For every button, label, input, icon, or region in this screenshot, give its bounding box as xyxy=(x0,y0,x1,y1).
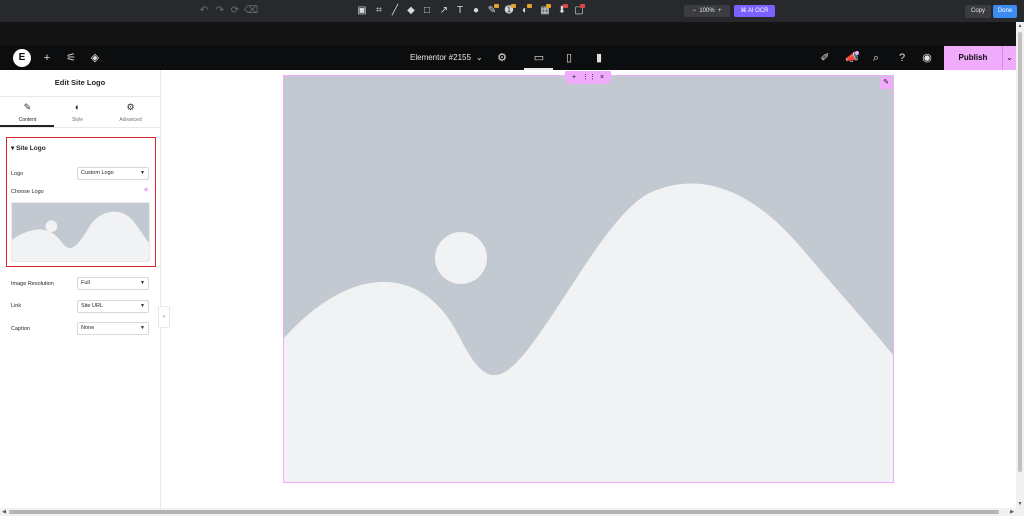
redo-all-icon[interactable]: ⟳ xyxy=(229,5,241,17)
tab-label: Advanced xyxy=(119,117,142,123)
edit-widget-pencil-icon[interactable]: ✎ xyxy=(880,77,892,89)
chevron-down-icon[interactable]: ⌄ xyxy=(476,52,483,64)
screenshot-toolbar: ↶ ↷ ⟳ ⌫ ▣ ⌗ ╱ ◆ □ ↗ T ● ✎ ➊ ◐ ▦ ⬇ ▢ − 10… xyxy=(0,0,1024,22)
scroll-down-icon[interactable]: ▼ xyxy=(1016,500,1024,508)
search-icon[interactable]: ⌕ xyxy=(869,51,883,65)
logo-preview-image[interactable] xyxy=(11,202,150,262)
paint-brush-icon[interactable]: ✐ xyxy=(818,51,832,65)
caret-down-icon: ▼ xyxy=(140,280,145,286)
crop-icon[interactable]: ⌗ xyxy=(373,5,385,17)
tab-label: Style xyxy=(71,117,84,123)
add-element-icon[interactable]: + xyxy=(40,51,54,65)
link-select[interactable]: Site URL ▼ xyxy=(77,300,149,313)
add-icon[interactable]: + xyxy=(568,71,580,84)
undo-icon[interactable]: ↶ xyxy=(198,5,210,17)
choose-logo-label: Choose Logo xyxy=(11,189,44,195)
rectangle-icon[interactable]: □ xyxy=(421,5,433,17)
caret-down-icon: ▼ xyxy=(140,303,145,309)
ai-ocr-button[interactable]: ⌘ AI OCR xyxy=(734,5,775,17)
horizontal-scroll-thumb[interactable] xyxy=(9,510,999,514)
app-root: ↶ ↷ ⟳ ⌫ ▣ ⌗ ╱ ◆ □ ↗ T ● ✎ ➊ ◐ ▦ ⬇ ▢ − 10… xyxy=(0,0,1024,516)
selected-widget-outline xyxy=(283,75,894,483)
caret-down-icon: ▼ xyxy=(140,170,145,176)
drag-handle-icon[interactable]: ⋮⋮ xyxy=(582,71,596,84)
device-active-indicator xyxy=(524,68,553,70)
text-icon[interactable]: T xyxy=(454,5,466,17)
zoom-control[interactable]: − 100% + xyxy=(684,5,730,17)
tablet-icon[interactable]: ▯ xyxy=(562,51,576,65)
pencil-icon: ✎ xyxy=(23,102,32,112)
document-title[interactable]: Elementor #2155 xyxy=(410,52,471,64)
preview-eye-icon[interactable]: ◉ xyxy=(920,51,934,65)
fill-icon[interactable]: ● xyxy=(470,5,482,17)
zoom-out-button[interactable]: − xyxy=(692,8,696,14)
site-settings-icon[interactable]: ⚟ xyxy=(64,51,78,65)
window-gap xyxy=(0,22,1024,46)
publish-options-chevron-icon[interactable]: ⌄ xyxy=(1002,46,1016,70)
eraser-icon[interactable]: ⌫ xyxy=(244,5,258,17)
crop-full-icon[interactable]: ▣ xyxy=(356,5,368,17)
vertical-scroll-thumb[interactable] xyxy=(1018,32,1022,472)
marker-icon[interactable]: ◆ xyxy=(405,5,417,17)
gear-icon: ⚙ xyxy=(126,102,135,112)
ocr-icon: ⌘ xyxy=(740,8,748,14)
panel-title: Edit Site Logo xyxy=(54,78,106,87)
scroll-left-icon[interactable]: ◀ xyxy=(0,508,8,516)
image-resolution-label: Image Resolution xyxy=(11,281,54,287)
ai-ocr-label: AI OCR xyxy=(747,8,769,14)
caption-label: Caption xyxy=(11,326,30,332)
ai-sparkle-icon[interactable]: ✧ xyxy=(142,187,150,195)
notification-dot xyxy=(855,51,859,55)
logo-select[interactable]: Custom Logo ▼ xyxy=(77,167,149,180)
edit-panel: Edit Site Logo ✎ Content ◐ Style ⚙ Advan… xyxy=(0,70,161,508)
elementor-logo-icon[interactable]: E xyxy=(13,49,31,67)
logo-select-value: Custom Logo xyxy=(81,170,114,176)
copy-button[interactable]: Copy xyxy=(965,5,991,18)
vertical-scrollbar[interactable]: ▲ ▼ xyxy=(1016,22,1024,508)
arrow-icon[interactable]: ↗ xyxy=(438,5,450,17)
half-circle-icon: ◐ xyxy=(74,102,81,112)
link-label: Link xyxy=(11,303,22,309)
image-resolution-value: Full xyxy=(81,280,90,286)
tab-style[interactable]: ◐ Style xyxy=(51,102,104,123)
section-title[interactable]: ▾ Site Logo xyxy=(11,144,46,152)
logo-label: Logo xyxy=(11,171,24,177)
tab-label: Content xyxy=(18,117,37,123)
done-button[interactable]: Done xyxy=(993,5,1017,18)
mobile-icon[interactable]: ▮ xyxy=(592,51,606,65)
page-settings-icon[interactable]: ⚙ xyxy=(495,51,509,65)
zoom-level: 100% xyxy=(699,8,715,14)
close-icon[interactable]: × xyxy=(596,71,608,84)
image-resolution-select[interactable]: Full ▼ xyxy=(77,277,149,290)
collapse-panel-chevron-icon[interactable]: ‹ xyxy=(158,306,170,328)
publish-button[interactable]: Publish xyxy=(944,46,1002,70)
tab-advanced[interactable]: ⚙ Advanced xyxy=(104,102,157,123)
help-icon[interactable]: ? xyxy=(895,51,909,65)
tab-content[interactable]: ✎ Content xyxy=(1,102,54,123)
scroll-right-icon[interactable]: ▶ xyxy=(1008,508,1016,516)
redo-icon[interactable]: ↷ xyxy=(214,5,226,17)
pen-icon[interactable]: ╱ xyxy=(389,5,401,17)
scroll-up-icon[interactable]: ▲ xyxy=(1016,22,1024,30)
desktop-icon[interactable]: ▭ xyxy=(532,51,546,65)
structure-icon[interactable]: ◈ xyxy=(88,51,102,65)
caption-select[interactable]: None ▼ xyxy=(77,322,149,335)
link-select-value: Site URL xyxy=(81,303,104,309)
horizontal-scrollbar[interactable]: ◀ ▶ xyxy=(0,508,1024,516)
zoom-in-button[interactable]: + xyxy=(718,8,722,14)
caret-down-icon: ▼ xyxy=(140,325,145,331)
caption-select-value: None xyxy=(81,325,95,331)
section-handle[interactable]: + ⋮⋮ × xyxy=(565,71,611,84)
editor-topbar: E + ⚟ ◈ Elementor #2155 ⌄ ⚙ ▭ ▯ ▮ ✐ 📣 ⌕ … xyxy=(0,46,1016,70)
